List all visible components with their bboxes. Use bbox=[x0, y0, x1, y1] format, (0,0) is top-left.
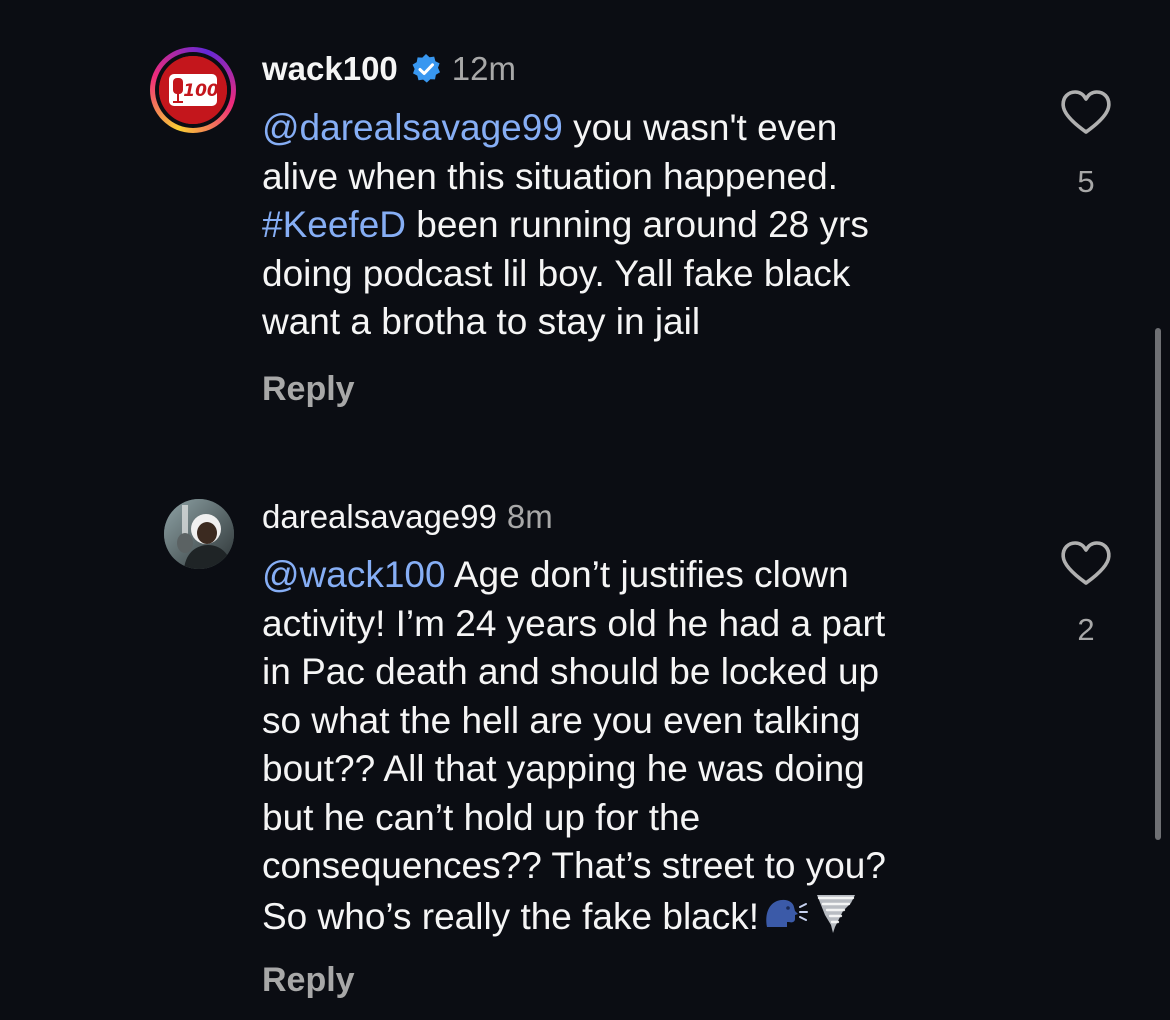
comment-line: in Pac death and should be locked up bbox=[262, 651, 880, 692]
comment-text: So who’s really the fake black! bbox=[262, 895, 760, 937]
username[interactable]: darealsavage99 bbox=[262, 497, 497, 537]
mention-link[interactable]: @wack100 bbox=[262, 554, 446, 595]
comment-line: @darealsavage99 you wasn't even bbox=[262, 104, 1022, 153]
mention-link[interactable]: @darealsavage99 bbox=[262, 107, 563, 148]
heart-icon[interactable] bbox=[1060, 89, 1112, 135]
timestamp: 12m bbox=[451, 50, 516, 87]
logo-lettering: 100 bbox=[183, 81, 219, 101]
comment-line: want a brotha to stay in jail bbox=[262, 301, 701, 342]
comment-text: Age don’t justifies clown bbox=[445, 554, 849, 595]
comment-line: #KeefeD been running around 28 yrs bbox=[262, 201, 1022, 250]
heart-icon[interactable] bbox=[1060, 540, 1112, 586]
username[interactable]: wack100 bbox=[262, 49, 398, 89]
hashtag-link[interactable]: #KeefeD bbox=[262, 204, 406, 245]
comment-line: so what the hell are you even talking bbox=[262, 699, 861, 741]
comment-line: consequences?? That’s street to you? bbox=[262, 845, 886, 886]
comment-header: wack100 12m bbox=[262, 49, 516, 89]
brand-logo: 100 bbox=[159, 56, 227, 124]
speaking-head-emoji-icon bbox=[763, 893, 809, 946]
comment-line: doing podcast lil boy. Yall fake black bbox=[262, 252, 851, 294]
reply-button[interactable]: Reply bbox=[262, 961, 355, 1000]
like-count: 2 bbox=[1077, 612, 1095, 647]
comment-line: but he can’t hold up for the bbox=[262, 796, 701, 838]
comment-line: @wack100 Age don’t justifies clown bbox=[262, 551, 1022, 600]
comment-text: you wasn't even bbox=[562, 107, 838, 148]
like-count: 5 bbox=[1077, 164, 1095, 199]
tornado-emoji-icon bbox=[813, 891, 859, 948]
comment-line: So who’s really the fake black! bbox=[262, 891, 1022, 948]
avatar[interactable]: 100 bbox=[150, 47, 236, 133]
verified-badge-icon bbox=[410, 53, 442, 85]
avatar[interactable] bbox=[164, 499, 234, 569]
comment-line: bout?? All that yapping he was doing bbox=[262, 748, 865, 789]
comment-body: @wack100 Age don’t justifies clown activ… bbox=[262, 551, 1022, 947]
comment-text: been running around 28 yrs bbox=[406, 204, 869, 245]
comment-line: activity! I’m 24 years old he had a part bbox=[262, 602, 886, 644]
comment-line: alive when this situation happened. bbox=[262, 155, 838, 197]
scrollbar[interactable] bbox=[1155, 328, 1161, 840]
reply-button[interactable]: Reply bbox=[262, 370, 355, 409]
comment-body: @darealsavage99 you wasn't even alive wh… bbox=[262, 104, 1022, 347]
timestamp: 8m bbox=[506, 498, 553, 535]
comment-header: darealsavage99 8m bbox=[262, 497, 553, 537]
